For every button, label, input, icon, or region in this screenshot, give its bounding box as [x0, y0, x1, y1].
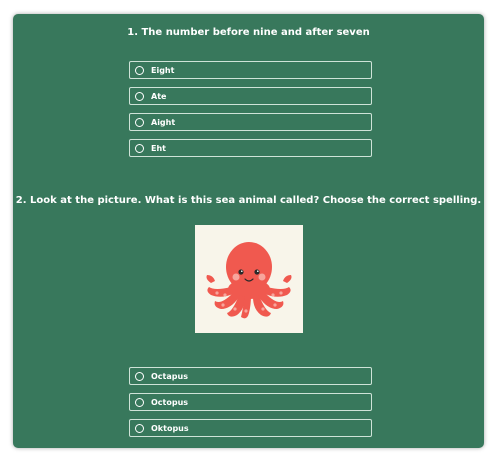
option-label: Ate: [151, 91, 167, 101]
option-octopus[interactable]: Octopus: [129, 393, 372, 411]
radio-button[interactable]: [135, 423, 144, 433]
option-oktopus[interactable]: Oktopus: [129, 419, 372, 437]
octopus-illustration-icon: [206, 242, 292, 319]
radio-button[interactable]: [135, 371, 144, 381]
radio-button[interactable]: [135, 65, 144, 75]
question-1-options: Eight Ate Aight Eht: [129, 61, 372, 165]
option-label: Oktopus: [151, 423, 189, 433]
option-aight[interactable]: Aight: [129, 113, 372, 131]
option-label: Eight: [151, 65, 175, 75]
radio-button[interactable]: [135, 143, 144, 153]
question-2-options: Octapus Octopus Oktopus: [129, 367, 372, 445]
quiz-card: 1. The number before nine and after seve…: [13, 14, 484, 448]
option-label: Octopus: [151, 397, 189, 407]
option-eht[interactable]: Eht: [129, 139, 372, 157]
octopus-picture: [195, 225, 303, 333]
option-octapus[interactable]: Octapus: [129, 367, 372, 385]
option-label: Aight: [151, 117, 176, 127]
question-1-text: 1. The number before nine and after seve…: [127, 27, 370, 38]
option-eight[interactable]: Eight: [129, 61, 372, 79]
radio-button[interactable]: [135, 397, 144, 407]
option-ate[interactable]: Ate: [129, 87, 372, 105]
radio-button[interactable]: [135, 91, 144, 101]
question-2-text: 2. Look at the picture. What is this sea…: [15, 195, 482, 206]
option-label: Eht: [151, 143, 166, 153]
radio-button[interactable]: [135, 117, 144, 127]
option-label: Octapus: [151, 371, 188, 381]
